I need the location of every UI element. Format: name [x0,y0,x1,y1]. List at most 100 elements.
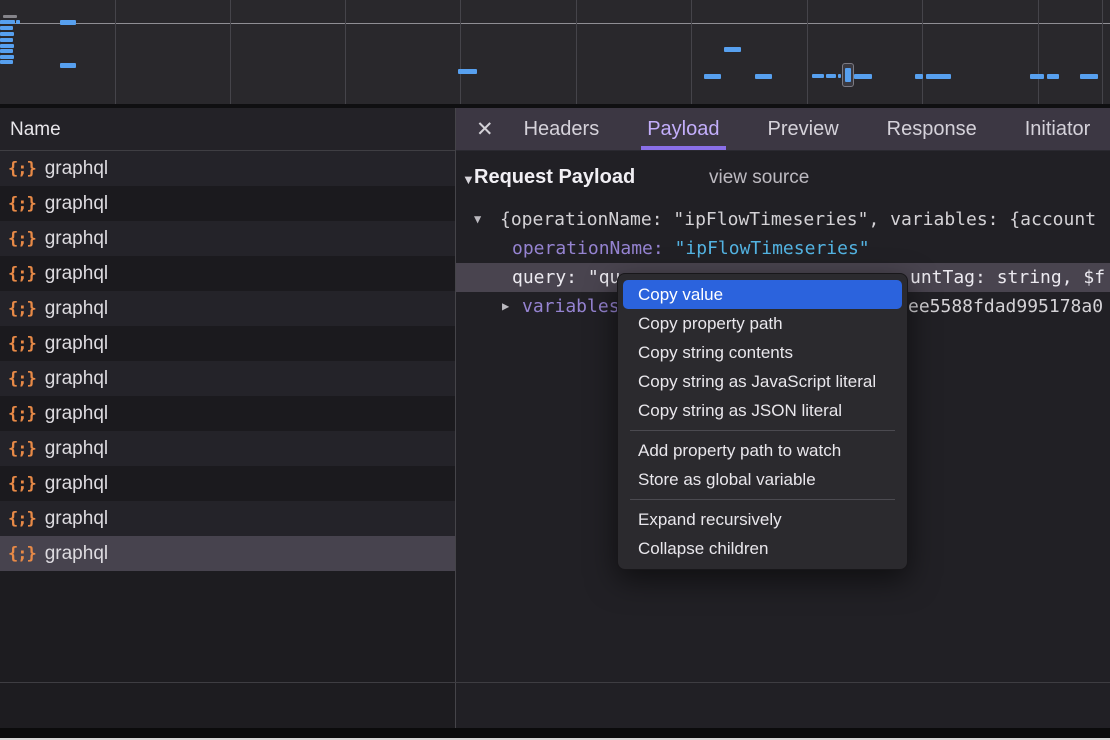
json-braces-icon: {;} [8,264,36,284]
overview-request-bar[interactable] [3,15,17,18]
request-rows: {;} graphql {;} graphql {;} graphql {;} graphql… [0,151,455,571]
overview-request-bar[interactable] [0,26,13,30]
request-row[interactable]: {;}graphql [0,151,455,186]
overview-request-bar[interactable] [0,55,14,59]
tab-headers[interactable]: Headers [518,108,606,150]
overview-request-bar[interactable] [458,69,477,74]
menu-separator [630,430,895,431]
collapsed-triangle-icon[interactable]: ▶ [502,292,509,321]
request-row[interactable]: {;}graphql [0,536,455,571]
request-name-label: graphql [45,263,108,285]
request-row[interactable]: {;} graphql [0,466,455,501]
overview-request-bar[interactable] [915,74,923,79]
menu-item-collapse-children[interactable]: Collapse children [618,534,907,563]
variables-value-fragment: ee5588fdad995178a0 [908,292,1103,321]
overview-request-bar[interactable] [16,20,20,24]
menu-item-copy-string-as-javascript-literal[interactable]: Copy string as JavaScript literal [618,367,907,396]
detail-tab-bar: ✕ Headers Payload Preview Response Initiator… [456,108,1110,151]
overview-gridline [345,0,346,104]
request-name-label: graphql [45,228,108,250]
detail-tabs: Headers Payload Preview Response Initiator [518,108,1097,150]
overview-request-bar[interactable] [724,47,741,52]
request-name-label: graphql [45,403,108,425]
overview-gridline [576,0,577,104]
overview-request-bar[interactable] [854,74,872,79]
request-name-label: graphql [45,438,108,460]
request-row[interactable]: {;}graphql [0,361,455,396]
query-value-fragment: untTag: string, $f [910,263,1105,292]
overview-selected-bar[interactable] [842,63,854,87]
menu-item-expand-recursively[interactable]: Expand recursively [618,505,907,534]
view-source-link[interactable]: view source [709,167,809,189]
overview-request-bar[interactable] [755,74,772,79]
tab-payload[interactable]: Payload [641,108,725,150]
menu-item-store-as-global-variable[interactable]: Store as global variable [618,465,907,494]
overview-request-bar[interactable] [0,32,14,36]
payload-preview-text: {operationName: "ipFlowTimeseries", vari… [500,205,1096,234]
menu-item-copy-string-contents[interactable]: Copy string contents [618,338,907,367]
overview-request-bar[interactable] [1047,74,1059,79]
overview-request-bar[interactable] [926,74,951,79]
menu-item-copy-string-as-json-literal[interactable]: Copy string as JSON literal [618,396,907,425]
devtools-network-panel: Name {;}graphql{;}graphql{;}graphql{;}gr… [0,0,1110,740]
overview-request-bar[interactable] [0,60,13,64]
overview-gridline [230,0,231,104]
overview-gridline [1102,0,1103,104]
variables-key: variables [522,292,620,321]
request-row[interactable]: {;} graphql [0,256,455,291]
tab-preview[interactable]: Preview [762,108,845,150]
overview-request-bar[interactable] [812,74,824,78]
overview-baseline [0,23,1110,24]
json-braces-icon: {;} [8,439,36,459]
overview-request-bar[interactable] [838,74,841,78]
overview-gridline [807,0,808,104]
request-name-label: graphql [45,298,108,320]
close-icon[interactable]: ✕ [476,117,494,142]
overview-request-bar[interactable] [826,74,836,78]
payload-root-row[interactable]: ▼ {operationName: "ipFlowTimeseries", va… [456,205,1110,234]
tab-initiator[interactable]: Initiator [1019,108,1097,150]
operation-name-row[interactable]: operationName: "ipFlowTimeseries" [456,234,1110,263]
json-braces-icon: {;} [8,474,36,494]
json-braces-icon: {;} [8,299,36,319]
menu-item-copy-property-path[interactable]: Copy property path [618,309,907,338]
json-braces-icon: {;} [8,334,36,354]
overview-request-bar[interactable] [704,74,721,79]
request-row[interactable]: {;} graphql [0,396,455,431]
overview-request-bar[interactable] [1080,74,1098,79]
overview-request-bar[interactable] [60,63,76,68]
json-braces-icon: {;} [8,404,36,424]
request-row[interactable]: {;} graphql [0,431,455,466]
overview-gridline [115,0,116,104]
json-braces-icon: {;} [8,544,36,564]
property-key: operationName: [512,238,664,259]
request-row[interactable]: {;}graphql [0,326,455,361]
window-bottom-bar [0,728,1110,738]
overview-request-bar[interactable] [60,20,76,25]
overview-request-bar[interactable] [0,20,15,24]
overview-request-bar[interactable] [0,38,13,42]
request-row[interactable]: {;} graphql [0,291,455,326]
network-overview-timeline[interactable] [0,0,1110,104]
overview-request-bar[interactable] [0,49,13,53]
overview-gridline [691,0,692,104]
overview-request-bar[interactable] [1030,74,1044,79]
request-payload-section[interactable]: ▼ Request Payload view source [456,166,1110,194]
query-key-fragment: query: "qu [512,263,620,292]
context-menu: Copy valueCopy property pathCopy string … [617,273,908,570]
name-column-header[interactable]: Name [0,108,455,151]
menu-item-add-property-path-to-watch[interactable]: Add property path to watch [618,436,907,465]
expand-triangle-icon[interactable]: ▼ [474,205,481,234]
request-row[interactable]: {;}graphql [0,221,455,256]
json-braces-icon: {;} [8,159,36,179]
overview-gridline [1038,0,1039,104]
request-name-label: graphql [45,473,108,495]
collapse-triangle-icon[interactable]: ▼ [462,172,475,187]
menu-item-copy-value[interactable]: Copy value [623,280,902,309]
name-column-label: Name [10,119,61,140]
menu-separator [630,499,895,500]
request-row[interactable]: {;}graphql [0,186,455,221]
request-row[interactable]: {;}graphql [0,501,455,536]
overview-request-bar[interactable] [0,44,14,48]
tab-response[interactable]: Response [881,108,983,150]
